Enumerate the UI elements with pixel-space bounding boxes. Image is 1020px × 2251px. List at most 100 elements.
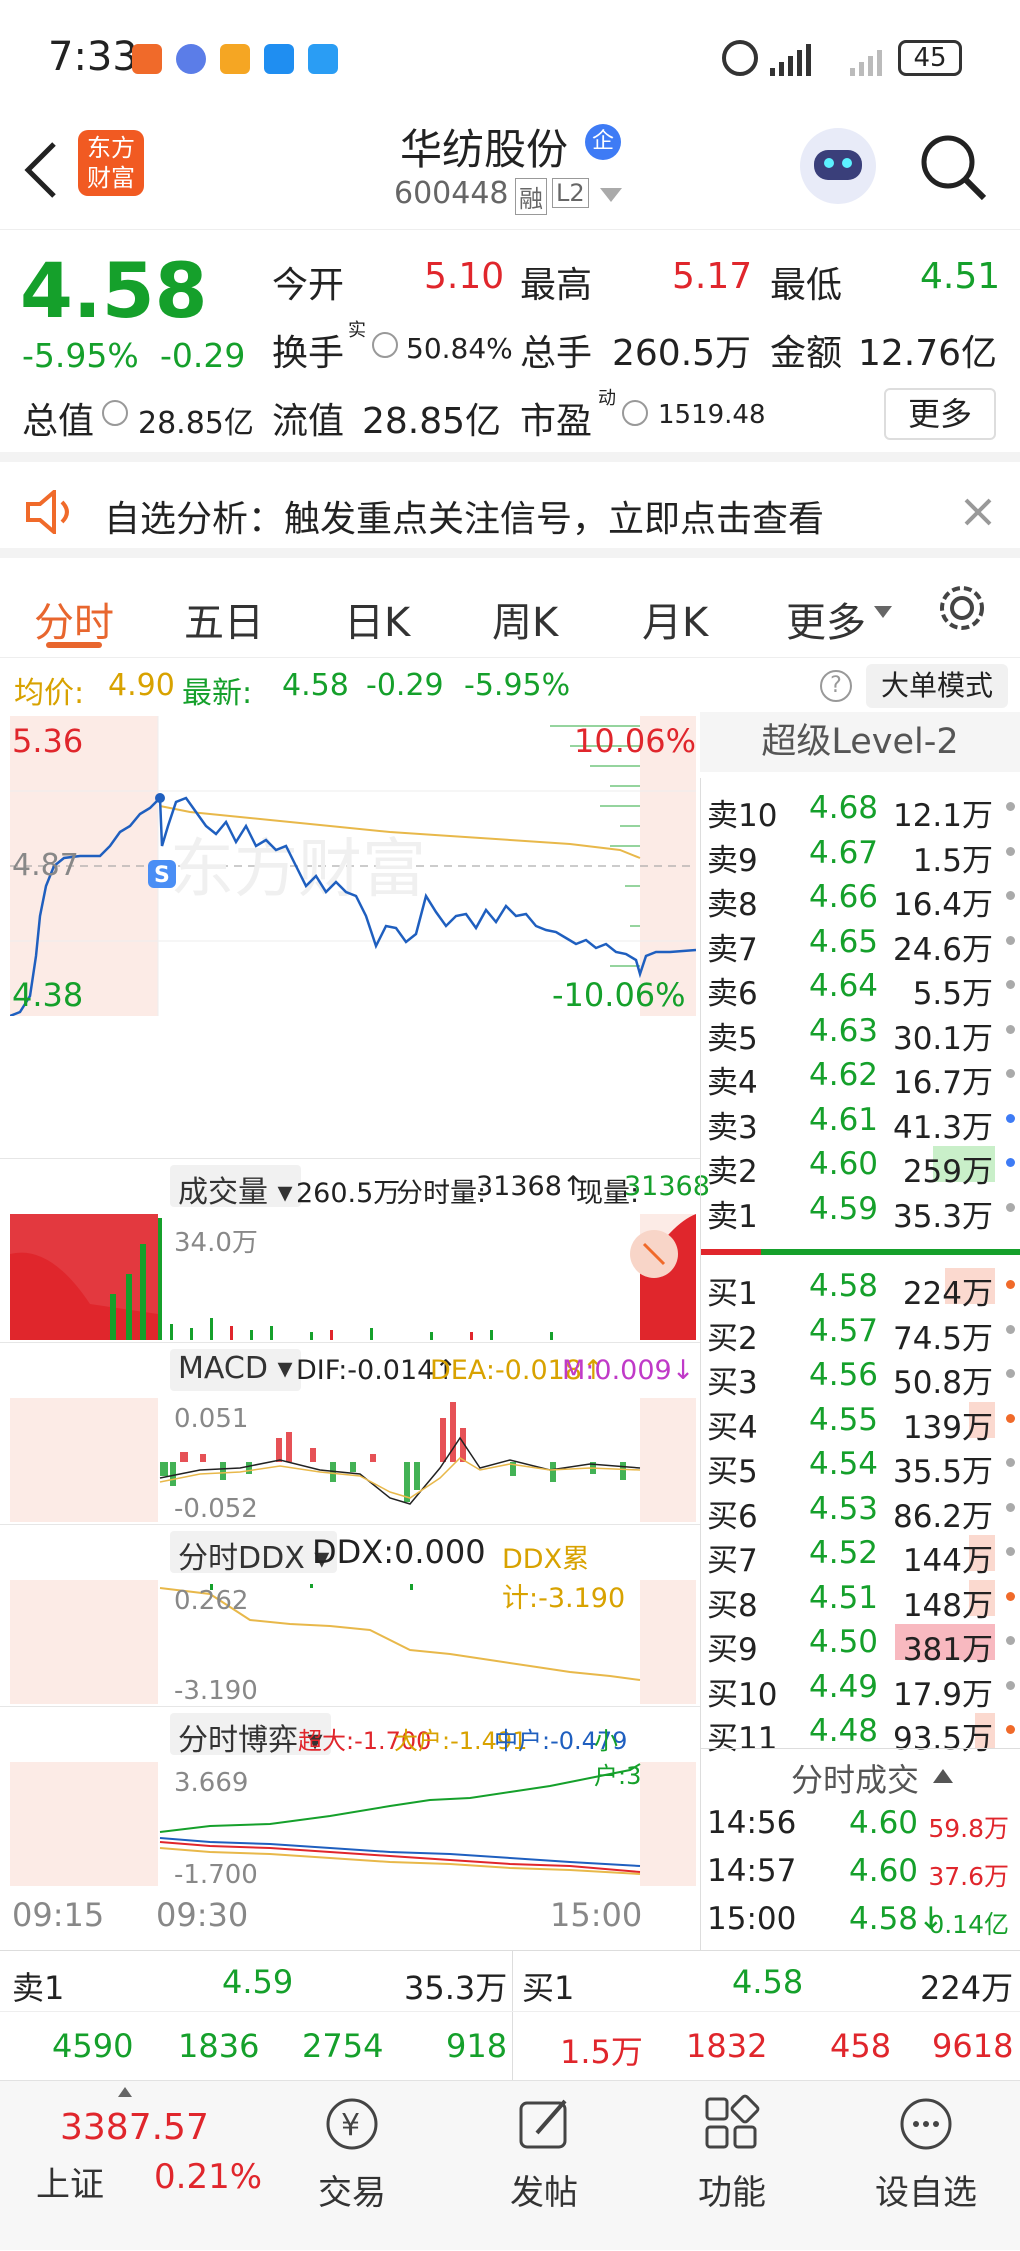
cloud-notification-icon: [308, 44, 338, 74]
help-icon[interactable]: ?: [820, 670, 852, 702]
bid-row[interactable]: 买11 4.48 93.5万: [701, 1709, 1020, 1757]
dot-icon: [1006, 1024, 1015, 1034]
margin-tag: 融: [515, 178, 547, 215]
book-price: 4.66: [809, 879, 879, 915]
ask-row[interactable]: 卖4 4.62 16.7万: [701, 1053, 1020, 1101]
game-chart[interactable]: [10, 1762, 696, 1886]
bid-row[interactable]: 买2 4.57 74.5万: [701, 1309, 1020, 1357]
bid-row[interactable]: 买9 4.50 381万: [701, 1620, 1020, 1668]
svg-text:¥: ¥: [341, 2108, 360, 2143]
info-dots-icon[interactable]: [372, 332, 398, 358]
bid-order-cell: 9618: [932, 2027, 1014, 2065]
book-level-label: 买9: [707, 1632, 758, 1668]
chevron-down-icon[interactable]: [600, 188, 622, 202]
volume-chart[interactable]: [10, 1214, 696, 1340]
info-dots-icon[interactable]: [102, 400, 128, 426]
current-volume-value: 31368: [624, 1171, 710, 1202]
chevron-up-icon: [118, 2087, 132, 2097]
back-arrow-icon[interactable]: [22, 140, 62, 200]
bid-row[interactable]: 买8 4.51 148万: [701, 1576, 1020, 1624]
high-value: 5.17: [672, 256, 753, 297]
ask-row[interactable]: 卖10 4.68 12.1万: [701, 786, 1020, 834]
ask-row[interactable]: 卖3 4.61 41.3万: [701, 1098, 1020, 1146]
ask-row[interactable]: 卖2 4.60 259万: [701, 1142, 1020, 1190]
volume-indicator-selector[interactable]: 成交量 ▾: [170, 1165, 301, 1210]
calendar-notification-icon: [264, 44, 294, 74]
bid-row[interactable]: 买1 4.58 224万: [701, 1264, 1020, 1312]
ask-row[interactable]: 卖9 4.67 1.5万: [701, 831, 1020, 879]
index-ticker[interactable]: 3387.57 上证 0.21%: [0, 2081, 280, 2251]
bid-row[interactable]: 买7 4.52 144万: [701, 1531, 1020, 1579]
tab-intraday[interactable]: 分时: [34, 590, 114, 648]
book-volume: 224万: [902, 1276, 993, 1312]
ddx-chart[interactable]: [10, 1580, 696, 1704]
nav-functions[interactable]: 功能: [662, 2093, 802, 2214]
order-book: 卖10 4.68 12.1万 卖9 4.67 1.5万 卖8 4.66 16.4万 卖7 4.65 2…: [700, 778, 1020, 1757]
ask-row[interactable]: 卖8 4.66 16.4万: [701, 875, 1020, 923]
robot-assistant-avatar[interactable]: [800, 128, 876, 204]
bid1-price: 4.58: [732, 1963, 804, 2001]
tab-more[interactable]: 更多: [786, 590, 866, 648]
latest-value: 4.58: [282, 668, 349, 703]
bid-row[interactable]: 买3 4.56 50.8万: [701, 1353, 1020, 1401]
ask-row[interactable]: 卖7 4.65 24.6万: [701, 920, 1020, 968]
price-max: 5.36: [12, 722, 84, 760]
active-tab-indicator: [46, 642, 102, 648]
tab-monthly-k[interactable]: 月K: [642, 590, 708, 648]
macd-header: MACD ▾ DIF:-0.014↑ DEA:-0.018↑ M:0.009↓: [0, 1342, 700, 1397]
book-level-label: 卖4: [707, 1065, 758, 1101]
ddx-value: DDX:0.000: [312, 1533, 486, 1571]
dot-icon: [1006, 1458, 1015, 1467]
trade-time: 15:00: [707, 1901, 797, 1937]
analysis-banner[interactable]: 自选分析：触发重点关注信号，立即点击查看: [0, 472, 1020, 558]
intraday-price-chart[interactable]: 东方财富 S: [10, 716, 696, 1016]
dot-icon: [1006, 1547, 1015, 1556]
tab-five-day[interactable]: 五日: [184, 590, 264, 648]
nav-post[interactable]: 发帖: [474, 2093, 614, 2214]
ask-order-cell: 2754: [302, 2027, 384, 2065]
volume-axis-max: 34.0万: [174, 1228, 258, 1258]
chevron-up-icon[interactable]: [933, 1769, 953, 1783]
bid-row[interactable]: 买5 4.54 35.5万: [701, 1442, 1020, 1490]
book-level-label: 买4: [707, 1409, 758, 1446]
ask-order-cell: 1836: [178, 2027, 260, 2065]
functions-grid-icon: [705, 2094, 760, 2149]
bid-row[interactable]: 买6 4.53 86.2万: [701, 1487, 1020, 1535]
open-label: 今开: [272, 265, 345, 306]
tab-weekly-k[interactable]: 周K: [492, 590, 558, 648]
book-volume: 16.7万: [892, 1065, 993, 1101]
pe-sup: 动: [598, 388, 616, 409]
macd-indicator-selector[interactable]: MACD ▾: [170, 1349, 301, 1391]
nav-add-watchlist[interactable]: 设自选: [856, 2093, 996, 2214]
tab-daily-k[interactable]: 日K: [344, 590, 410, 648]
time-sales-title[interactable]: 分时成交: [791, 1755, 919, 1801]
close-icon[interactable]: [962, 496, 994, 528]
bid-row[interactable]: 买4 4.55 139万: [701, 1398, 1020, 1446]
more-button[interactable]: 更多: [884, 388, 996, 440]
macd-axis-min: -0.052: [174, 1494, 258, 1524]
ask-row[interactable]: 卖1 4.59 35.3万: [701, 1187, 1020, 1235]
ask-order-cell: 918: [446, 2027, 508, 2065]
settings-gear-icon[interactable]: [936, 582, 988, 634]
info-dots-icon[interactable]: [622, 400, 648, 426]
level2-title[interactable]: 超级Level-2: [700, 712, 1020, 772]
book-price: 4.48: [809, 1713, 879, 1749]
macd-chart[interactable]: [10, 1398, 696, 1522]
eastmoney-logo[interactable]: 东方 财富: [78, 130, 144, 196]
volume-value: 260.5万: [612, 333, 752, 374]
book-level-label: 卖7: [707, 931, 758, 968]
book-price: 4.67: [809, 834, 879, 871]
signal-icon: [770, 44, 882, 76]
book-level-label: 买8: [707, 1587, 758, 1624]
bid-row[interactable]: 买10 4.49 17.9万: [701, 1665, 1020, 1713]
ask-row[interactable]: 卖5 4.63 30.1万: [701, 1009, 1020, 1057]
time-axis-open: 09:30: [156, 1896, 249, 1934]
book-volume: 139万: [902, 1409, 993, 1446]
ask-row[interactable]: 卖6 4.64 5.5万: [701, 964, 1020, 1012]
book-level-label: 卖10: [707, 798, 778, 834]
level2-tag: L2: [552, 178, 589, 208]
search-icon[interactable]: [918, 132, 988, 202]
large-order-mode-button[interactable]: 大单模式: [866, 664, 1008, 708]
nav-trade[interactable]: ¥ 交易: [282, 2093, 422, 2214]
float-value: 28.85亿: [362, 401, 502, 442]
